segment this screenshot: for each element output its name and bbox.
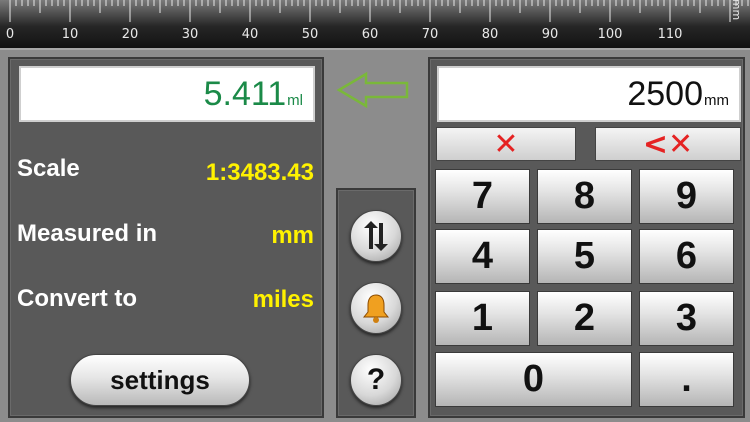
ruler-label: 30: [181, 27, 199, 42]
ruler-label: 60: [361, 27, 379, 42]
ruler-label: 0: [5, 27, 15, 42]
clear-button[interactable]: ✕: [436, 127, 576, 162]
tools-panel: ?: [336, 188, 416, 418]
key-3[interactable]: 3: [639, 291, 734, 346]
ruler-label: 10: [61, 27, 79, 42]
scale-value: 1:3483.43: [205, 159, 314, 186]
settings-button[interactable]: settings: [70, 354, 250, 406]
ruler-label: 80: [481, 27, 499, 42]
result-unit: ml: [287, 92, 303, 109]
input-value: 2500: [627, 75, 703, 113]
swap-icon: [364, 221, 388, 251]
key-1[interactable]: 1: [435, 291, 530, 346]
ruler-label: 40: [241, 27, 259, 42]
bell-icon: [362, 294, 390, 323]
key-7[interactable]: 7: [435, 169, 530, 224]
key-2[interactable]: 2: [537, 291, 632, 346]
left-arrow-icon: [336, 71, 409, 109]
backspace-button[interactable]: <✕: [595, 127, 741, 162]
ruler-label: 90: [541, 27, 559, 42]
sound-button[interactable]: [350, 282, 402, 334]
ruler-unit-label: mm: [729, 0, 743, 21]
key-4[interactable]: 4: [435, 229, 530, 284]
input-display[interactable]: 2500 mm: [437, 66, 741, 122]
input-unit: mm: [704, 92, 729, 109]
ruler-label: 100: [597, 27, 623, 42]
convert-to-label: Convert to: [17, 285, 137, 312]
result-display: 5.411 ml: [19, 66, 315, 122]
result-value: 5.411: [203, 75, 287, 113]
key-decimal[interactable]: .: [639, 352, 734, 407]
result-panel: 5.411 ml Scale 1:3483.43 Measured in mm …: [8, 57, 324, 418]
ruler-label: 70: [421, 27, 439, 42]
measured-in-label: Measured in: [17, 220, 158, 247]
ruler-ticks: [9, 0, 749, 22]
key-9[interactable]: 9: [639, 169, 734, 224]
key-0[interactable]: 0: [435, 352, 632, 407]
key-8[interactable]: 8: [537, 169, 632, 224]
ruler-label: 20: [121, 27, 139, 42]
key-6[interactable]: 6: [639, 229, 734, 284]
ruler-label: 50: [301, 27, 319, 42]
convert-to-value: miles: [252, 286, 314, 313]
measured-in-value: mm: [271, 222, 314, 249]
key-5[interactable]: 5: [537, 229, 632, 284]
keypad-panel: 2500 mm ✕ <✕ 7 8 9 4 5 6 1 2 3 0 .: [428, 57, 745, 418]
help-button[interactable]: ?: [350, 354, 402, 406]
question-icon: ?: [366, 363, 386, 396]
ruler[interactable]: 0 10 20 30 40 50 60 70 80 90 100 110 mm: [0, 0, 750, 50]
swap-button[interactable]: [350, 210, 402, 262]
ruler-label: 110: [657, 27, 683, 42]
scale-label: Scale: [17, 155, 80, 182]
